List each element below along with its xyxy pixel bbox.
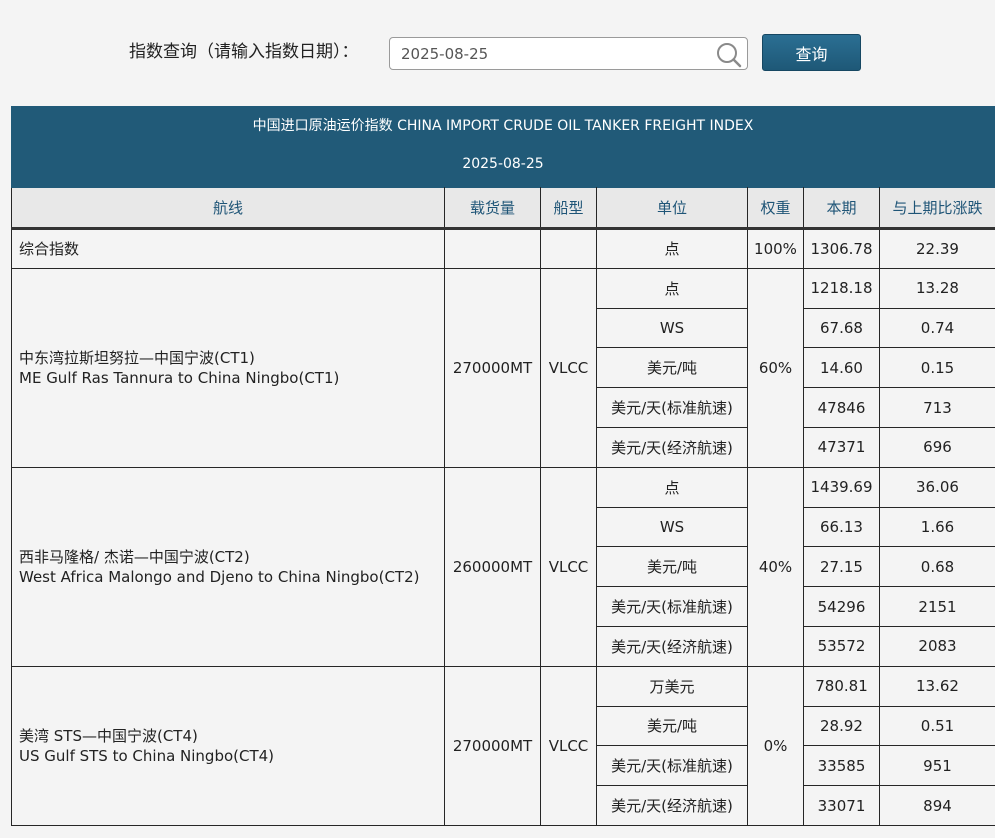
unit-cell: 美元/天(经济航速) (596, 625, 748, 667)
route-cn: 中东湾拉斯坦努拉—中国宁波(CT1) (19, 348, 255, 367)
cargo-cell: 270000MT (444, 665, 541, 826)
unit-cell: 点 (596, 466, 748, 508)
index-table: 航线 载货量 船型 单位 权重 本期 与上期比涨跌 综合指数 点 100% 13… (11, 187, 995, 826)
current-cell: 53572 (803, 625, 880, 667)
current-cell: 27.15 (803, 546, 880, 588)
unit-cell: WS (596, 307, 748, 349)
col-route: 航线 (11, 187, 445, 230)
current-cell: 66.13 (803, 506, 880, 548)
change-cell: 894 (879, 785, 995, 826)
current-cell: 1306.78 (803, 228, 880, 269)
unit-cell: 美元/天(标准航速) (596, 586, 748, 627)
weight-cell: 60% (747, 267, 804, 468)
current-cell: 33071 (803, 785, 880, 826)
col-change: 与上期比涨跌 (879, 187, 995, 230)
current-cell: 47371 (803, 426, 880, 468)
unit-cell: 美元/吨 (596, 705, 748, 747)
change-cell: 36.06 (879, 466, 995, 508)
weight-cell: 100% (747, 228, 804, 269)
col-unit: 单位 (596, 187, 748, 230)
current-cell: 1218.18 (803, 267, 880, 309)
table-title: 中国进口原油运价指数 CHINA IMPORT CRUDE OIL TANKER… (252, 118, 754, 134)
current-cell: 780.81 (803, 665, 880, 707)
table-row: 中东湾拉斯坦努拉—中国宁波(CT1) ME Gulf Ras Tannura to… (11, 267, 995, 468)
current-cell: 28.92 (803, 705, 880, 747)
route-cell: 中东湾拉斯坦努拉—中国宁波(CT1) ME Gulf Ras Tannura to… (11, 267, 445, 468)
change-cell: 0.74 (879, 307, 995, 349)
unit-cell: 点 (596, 228, 748, 269)
col-cargo: 载货量 (444, 187, 541, 230)
current-cell: 33585 (803, 745, 880, 787)
search-label: 指数查询（请输入指数日期）： (129, 42, 359, 62)
route-cell: 西非马隆格/ 杰诺—中国宁波(CT2) West Africa Malongo a… (11, 466, 445, 667)
route-en: ME Gulf Ras Tannura to China Ningbo(CT1) (19, 368, 340, 387)
route-cell: 综合指数 (11, 228, 445, 269)
current-cell: 54296 (803, 586, 880, 627)
change-cell: 2151 (879, 586, 995, 627)
ship-cell (540, 228, 597, 269)
weight-cell: 40% (747, 466, 804, 667)
unit-cell: 点 (596, 267, 748, 309)
change-cell: 2083 (879, 625, 995, 667)
ship-cell: VLCC (540, 665, 597, 826)
change-cell: 22.39 (879, 228, 995, 269)
route-cn: 美湾 STS—中国宁波(CT4) (19, 726, 198, 745)
change-cell: 951 (879, 745, 995, 787)
search-icon[interactable] (715, 41, 743, 69)
col-current: 本期 (803, 187, 880, 230)
query-button[interactable]: 查询 (762, 34, 861, 71)
column-header-row: 航线 载货量 船型 单位 权重 本期 与上期比涨跌 (11, 187, 995, 230)
change-cell: 0.15 (879, 347, 995, 389)
current-cell: 67.68 (803, 307, 880, 349)
ship-cell: VLCC (540, 267, 597, 468)
change-cell: 713 (879, 387, 995, 428)
unit-cell: 美元/天(标准航速) (596, 745, 748, 787)
table-header: 中国进口原油运价指数 CHINA IMPORT CRUDE OIL TANKER… (11, 106, 995, 187)
route-cell: 美湾 STS—中国宁波(CT4) US Gulf STS to China Nin… (11, 665, 445, 826)
cargo-cell: 270000MT (444, 267, 541, 468)
unit-cell: 美元/天(经济航速) (596, 426, 748, 468)
unit-cell: 万美元 (596, 665, 748, 707)
unit-cell: 美元/天(标准航速) (596, 387, 748, 428)
current-cell: 47846 (803, 387, 880, 428)
change-cell: 1.66 (879, 506, 995, 548)
unit-cell: 美元/吨 (596, 546, 748, 588)
unit-cell: 美元/天(经济航速) (596, 785, 748, 826)
current-cell: 1439.69 (803, 466, 880, 508)
col-weight: 权重 (747, 187, 804, 230)
route-cn: 西非马隆格/ 杰诺—中国宁波(CT2) (19, 547, 250, 566)
change-cell: 0.68 (879, 546, 995, 588)
freight-index-table: 中国进口原油运价指数 CHINA IMPORT CRUDE OIL TANKER… (11, 106, 995, 826)
col-ship-type: 船型 (540, 187, 597, 230)
cargo-cell: 260000MT (444, 466, 541, 667)
change-cell: 0.51 (879, 705, 995, 747)
change-cell: 13.62 (879, 665, 995, 707)
table-row: 美湾 STS—中国宁波(CT4) US Gulf STS to China Nin… (11, 665, 995, 826)
current-cell: 14.60 (803, 347, 880, 389)
table-row: 西非马隆格/ 杰诺—中国宁波(CT2) West Africa Malongo a… (11, 466, 995, 667)
ship-cell: VLCC (540, 466, 597, 667)
change-cell: 13.28 (879, 267, 995, 309)
table-row-composite: 综合指数 点 100% 1306.78 22.39 (11, 228, 995, 269)
unit-cell: 美元/吨 (596, 347, 748, 389)
route-en: US Gulf STS to China Ningbo(CT4) (19, 746, 275, 765)
unit-cell: WS (596, 506, 748, 548)
weight-cell: 0% (747, 665, 804, 826)
table-date: 2025-08-25 (462, 156, 544, 172)
date-input[interactable] (390, 38, 710, 69)
route-en: West Africa Malongo and Djeno to China N… (19, 567, 420, 586)
cargo-cell (444, 228, 541, 269)
change-cell: 696 (879, 426, 995, 468)
date-search-box[interactable] (389, 37, 748, 70)
search-bar: 指数查询（请输入指数日期）： 查询 (0, 0, 995, 106)
